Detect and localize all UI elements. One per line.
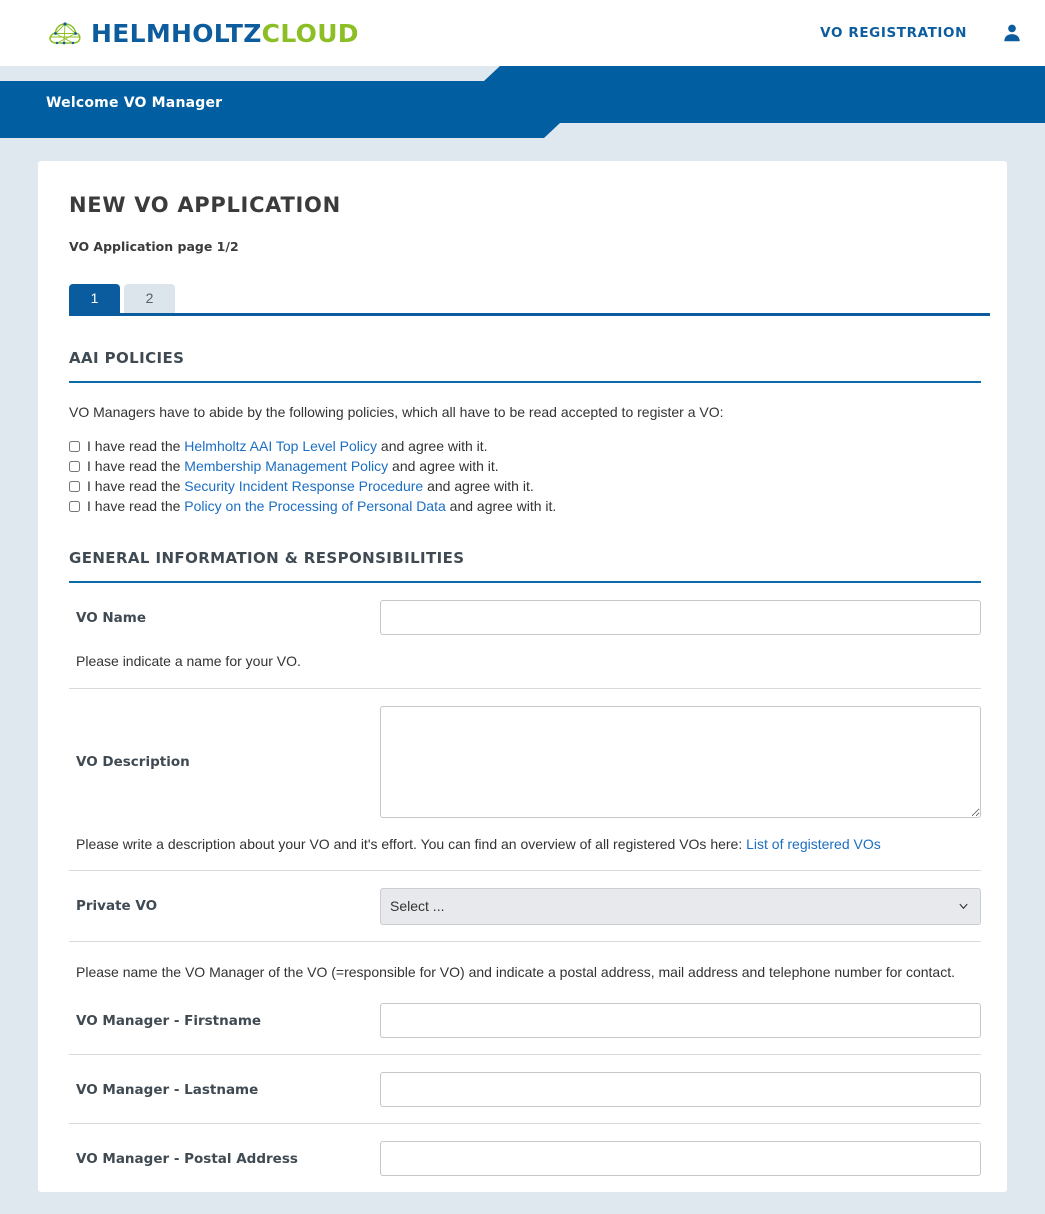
tab-step-1[interactable]: 1 xyxy=(69,284,120,313)
welcome-message: Welcome VO Manager xyxy=(46,95,223,111)
label-private-vo: Private VO xyxy=(76,898,158,915)
section-divider xyxy=(69,381,981,383)
brand-wordmark: HELMHOLTZCLOUD xyxy=(91,19,359,48)
label-vo-description: VO Description xyxy=(76,753,190,770)
cloud-network-icon xyxy=(49,22,81,45)
policy-text-prefix: I have read the xyxy=(87,458,185,475)
policy-checkbox-top-level[interactable] xyxy=(69,440,80,452)
policy-text-prefix: I have read the xyxy=(87,478,185,495)
brand-name-primary: HELMHOLTZ xyxy=(91,18,262,48)
header-actions: VO REGISTRATION xyxy=(820,22,1023,44)
control-private-vo: Select ... xyxy=(380,887,981,925)
site-header: HELMHOLTZCLOUD VO REGISTRATION xyxy=(0,0,1045,66)
vo-description-textarea[interactable] xyxy=(380,705,981,818)
form-row-manager-postal-address: VO Manager - Postal Address xyxy=(69,1124,981,1192)
application-card: NEW VO APPLICATION VO Application page 1… xyxy=(38,161,1007,1193)
policy-label: I have read the Helmholtz AAI Top Level … xyxy=(87,436,488,456)
policy-label: I have read the Security Incident Respon… xyxy=(87,476,534,496)
policy-checkbox-list: I have read the Helmholtz AAI Top Level … xyxy=(69,436,976,516)
policy-text-prefix: I have read the xyxy=(87,438,185,455)
policy-label: I have read the Policy on the Processing… xyxy=(87,496,556,516)
form-row-vo-description: VO Description xyxy=(69,689,981,834)
label-vo-name: VO Name xyxy=(76,609,147,626)
welcome-banner: Welcome VO Manager xyxy=(0,66,1045,140)
manager-firstname-input[interactable] xyxy=(380,1003,981,1039)
help-text-vo-description: Please write a description about your VO… xyxy=(69,834,981,870)
form-row-manager-firstname: VO Manager - Firstname xyxy=(69,986,981,1054)
vo-name-input[interactable] xyxy=(380,600,981,636)
manager-lastname-input[interactable] xyxy=(380,1072,981,1108)
control-manager-firstname xyxy=(380,1003,981,1039)
section-heading-general-information: GENERAL INFORMATION & RESPONSIBILITIES xyxy=(69,549,465,568)
policy-text-suffix: and agree with it. xyxy=(423,478,534,495)
policies-intro-text: VO Managers have to abide by the followi… xyxy=(69,404,724,420)
manager-contact-note: Please name the VO Manager of the VO (=r… xyxy=(76,963,955,980)
policy-checkbox-security-incident[interactable] xyxy=(69,480,80,492)
policy-link-security-incident[interactable]: Security Incident Response Procedure xyxy=(184,478,423,494)
help-text-vo-name: Please indicate a name for your VO. xyxy=(76,653,301,670)
control-manager-postal-address xyxy=(380,1141,981,1177)
policy-text-suffix: and agree with it. xyxy=(388,458,499,475)
policy-checkbox-personal-data[interactable] xyxy=(69,500,80,512)
policy-item-personal-data[interactable]: I have read the Policy on the Processing… xyxy=(69,496,976,516)
tab-step-2[interactable]: 2 xyxy=(124,284,175,313)
page-title: NEW VO APPLICATION xyxy=(69,193,341,217)
manager-postal-address-input[interactable] xyxy=(380,1141,981,1177)
form-row-manager-lastname: VO Manager - Lastname xyxy=(69,1055,981,1123)
policy-label: I have read the Membership Management Po… xyxy=(87,456,499,476)
registered-vos-link[interactable]: List of registered VOs xyxy=(746,836,881,852)
label-manager-postal-address: VO Manager - Postal Address xyxy=(76,1150,298,1167)
form-row-private-vo: Private VO Select ... xyxy=(69,871,981,941)
user-account-icon[interactable] xyxy=(1001,22,1023,44)
brand-logo[interactable]: HELMHOLTZCLOUD xyxy=(48,19,359,48)
help-text-prefix: Please write a description about your VO… xyxy=(76,835,747,852)
control-manager-lastname xyxy=(380,1072,981,1108)
policy-link-membership[interactable]: Membership Management Policy xyxy=(184,458,388,474)
control-vo-description xyxy=(380,705,981,818)
policy-item-membership[interactable]: I have read the Membership Management Po… xyxy=(69,456,976,476)
policy-text-suffix: and agree with it. xyxy=(445,498,557,515)
policy-link-top-level[interactable]: Helmholtz AAI Top Level Policy xyxy=(184,438,377,454)
label-manager-firstname: VO Manager - Firstname xyxy=(76,1012,262,1029)
private-vo-select[interactable]: Select ... xyxy=(380,887,981,925)
policy-checkbox-membership[interactable] xyxy=(69,460,80,472)
section-heading-aai-policies: AAI POLICIES xyxy=(69,349,185,367)
brand-name-secondary: CLOUD xyxy=(261,18,359,48)
form-row-vo-name: VO Name xyxy=(69,583,981,651)
vo-registration-link[interactable]: VO REGISTRATION xyxy=(820,25,967,41)
control-vo-name xyxy=(380,600,981,636)
label-manager-lastname: VO Manager - Lastname xyxy=(76,1081,259,1098)
step-tabs: 1 2 xyxy=(69,284,990,316)
policy-item-top-level[interactable]: I have read the Helmholtz AAI Top Level … xyxy=(69,436,976,456)
policy-link-personal-data[interactable]: Policy on the Processing of Personal Dat… xyxy=(184,498,445,514)
policy-text-prefix: I have read the xyxy=(87,498,185,515)
policy-item-security-incident[interactable]: I have read the Security Incident Respon… xyxy=(69,476,976,496)
policy-text-suffix: and agree with it. xyxy=(377,438,488,455)
page-subtitle: VO Application page 1/2 xyxy=(69,239,239,254)
